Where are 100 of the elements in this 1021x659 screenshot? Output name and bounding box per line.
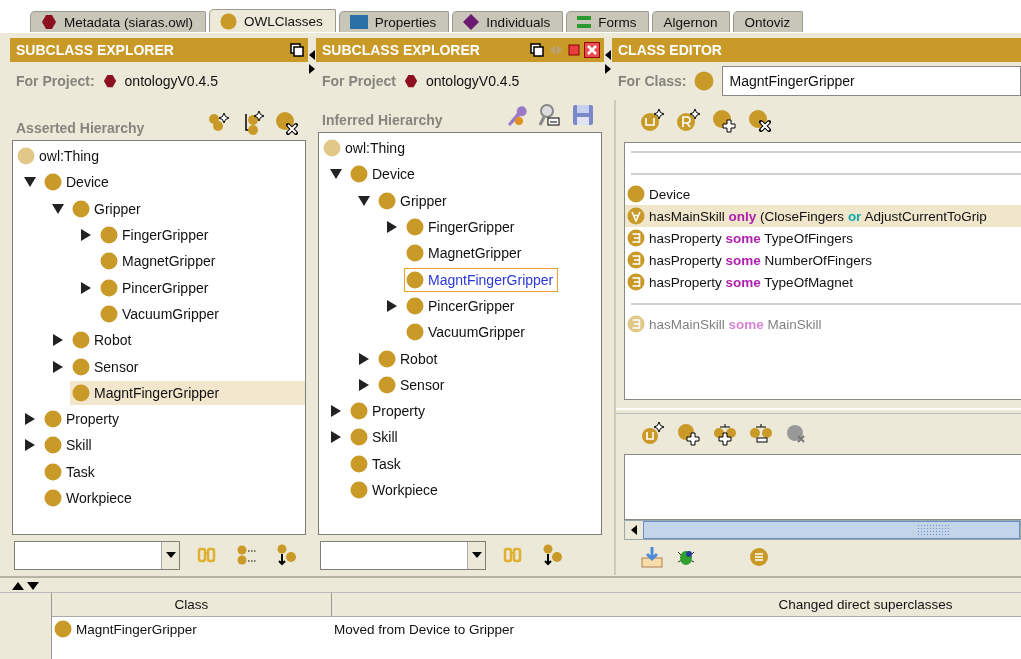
remove-class-icon[interactable] <box>748 108 774 134</box>
collapse-arrow-icon[interactable] <box>329 169 342 180</box>
tree-item[interactable]: MagntFingerGripper <box>70 380 305 405</box>
union-sparkle-icon[interactable] <box>640 421 666 447</box>
tree-item[interactable]: MagnetGripper <box>98 249 221 274</box>
hexagon-icon <box>102 74 117 88</box>
hierarchy-label: Inferred Hierarchy <box>322 112 443 128</box>
tree-item[interactable]: owl:Thing <box>15 144 104 169</box>
tree-item[interactable]: Task <box>348 451 406 476</box>
class-icon <box>694 71 715 91</box>
class-expression: hasProperty some NumberOfFingers <box>649 252 872 268</box>
project-name: ontologyV0.4.5 <box>124 73 218 89</box>
restriction-sparkle-icon[interactable] <box>676 108 702 134</box>
collapse-right-icon[interactable] <box>309 64 315 74</box>
expression-row[interactable]: hasMainSkill some MainSkill <box>625 313 1021 335</box>
expand-arrow-icon[interactable] <box>80 229 91 242</box>
class-icon <box>406 218 424 237</box>
expand-arrow-icon[interactable] <box>80 281 91 294</box>
class-icon <box>406 244 424 263</box>
tree-item[interactable]: FingerGripper <box>98 223 214 248</box>
add-class-icon[interactable] <box>712 108 738 134</box>
search-combo[interactable] <box>14 540 180 570</box>
tab[interactable]: Forms <box>566 11 650 32</box>
tab[interactable]: Individuals <box>452 11 564 32</box>
restore-window-icon[interactable] <box>530 43 544 57</box>
expand-arrow-icon[interactable] <box>330 431 341 444</box>
tree-item[interactable]: MagntFingerGripper <box>404 267 559 292</box>
dropdown-arrow-icon[interactable] <box>165 552 176 558</box>
import-icon[interactable] <box>640 546 664 568</box>
tree-item[interactable]: Property <box>42 407 124 432</box>
expand-arrow-icon[interactable] <box>24 439 35 452</box>
horizontal-scrollbar[interactable] <box>624 520 1021 540</box>
class-icon <box>220 12 238 30</box>
expression-row[interactable]: hasMainSkill only (CloseFingers or AdjustCurrentToGrip <box>625 205 1021 227</box>
class-icon <box>350 402 368 421</box>
tree-item[interactable]: Property <box>348 399 430 424</box>
expression-row[interactable]: hasProperty some NumberOfFingers <box>625 249 1021 271</box>
class-icon <box>378 349 396 368</box>
class-icon <box>72 383 90 402</box>
tree-item[interactable]: Workpiece <box>348 478 443 502</box>
add-class-icon[interactable] <box>676 421 702 447</box>
magnifier-icon[interactable] <box>536 102 562 128</box>
expand-arrow-icon[interactable] <box>24 413 35 426</box>
union-sparkle-icon[interactable] <box>640 108 666 134</box>
search-combo[interactable] <box>320 540 486 570</box>
tree-item[interactable]: FingerGripper <box>404 215 520 240</box>
project-label: For Project <box>322 73 396 89</box>
tab[interactable]: Metadata (siaras.owl) <box>30 11 207 32</box>
collapse-right-icon[interactable] <box>605 64 611 74</box>
collapse-arrow-icon[interactable] <box>51 203 64 214</box>
expand-arrow-icon[interactable] <box>386 221 397 234</box>
scroll-left-icon[interactable] <box>631 525 637 535</box>
column-header[interactable]: Class <box>52 593 332 616</box>
expand-arrow-icon[interactable] <box>52 360 63 373</box>
tree-item[interactable]: Task <box>42 459 100 484</box>
split-arrows-icon[interactable] <box>12 580 40 590</box>
tree-item[interactable]: PincerGripper <box>98 275 214 300</box>
class-icon <box>44 462 62 481</box>
tree-item[interactable]: Skill <box>348 425 403 450</box>
thing-icon <box>323 139 341 158</box>
expand-arrow-icon[interactable] <box>52 334 63 347</box>
tree-item[interactable]: Gripper <box>376 188 452 213</box>
expand-arrow-icon[interactable] <box>386 299 397 312</box>
tree-item[interactable]: VacuumGripper <box>404 320 530 345</box>
tree-item[interactable]: Robot <box>70 328 137 353</box>
tree-item[interactable]: Gripper <box>70 196 146 221</box>
expand-arrow-icon[interactable] <box>358 352 369 365</box>
dropdown-arrow-icon[interactable] <box>471 552 482 558</box>
tree-item[interactable]: Sensor <box>70 354 144 379</box>
tree-item[interactable]: Sensor <box>376 372 450 397</box>
class-name-field[interactable]: MagntFingerGripper <box>722 66 1021 96</box>
collapse-arrow-icon[interactable] <box>23 177 36 188</box>
column-header[interactable]: Changed direct superclasses <box>332 593 1021 616</box>
restore-window-icon[interactable] <box>290 43 304 57</box>
expression-row[interactable]: hasProperty some TypeOfMagnet <box>625 271 1021 293</box>
close-icon[interactable] <box>584 42 600 58</box>
save-icon[interactable] <box>570 102 596 128</box>
tab[interactable]: Ontoviz <box>733 11 804 32</box>
tab[interactable]: Properties <box>338 11 450 32</box>
tree-item[interactable]: owl:Thing <box>321 136 410 161</box>
class-icon <box>44 489 62 507</box>
class-icon <box>72 199 90 218</box>
expression-row[interactable]: Device <box>625 183 1021 205</box>
tree-item[interactable]: Device <box>348 162 420 187</box>
form-icon <box>577 15 592 29</box>
tree-item[interactable]: PincerGripper <box>404 293 520 318</box>
tree-item[interactable]: Robot <box>376 346 443 371</box>
tree-item[interactable]: Device <box>42 170 114 195</box>
add-disjoint-icon[interactable] <box>712 421 738 447</box>
tab[interactable]: OWLClasses <box>209 9 336 32</box>
delete-class-icon[interactable] <box>274 110 300 136</box>
tree-item[interactable]: MagnetGripper <box>404 241 527 266</box>
collapse-arrow-icon[interactable] <box>357 195 370 206</box>
expand-arrow-icon[interactable] <box>330 405 341 418</box>
tree-item[interactable]: Skill <box>42 433 97 458</box>
tab[interactable]: Algernon <box>652 11 731 32</box>
tree-item[interactable]: Workpiece <box>42 486 137 510</box>
expression-row[interactable]: hasProperty some TypeOfFingers <box>625 227 1021 249</box>
tree-item[interactable]: VacuumGripper <box>98 301 224 326</box>
expand-arrow-icon[interactable] <box>358 378 369 391</box>
